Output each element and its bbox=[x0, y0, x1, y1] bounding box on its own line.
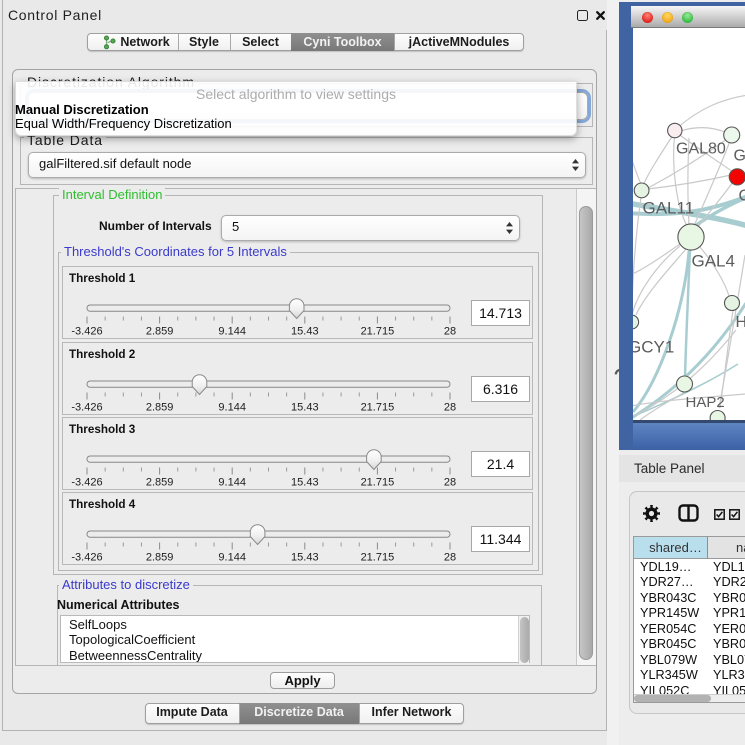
svg-text:C: C bbox=[739, 188, 745, 205]
svg-text:28: 28 bbox=[444, 477, 456, 489]
svg-text:GAL11: GAL11 bbox=[643, 199, 695, 218]
svg-text:21.715: 21.715 bbox=[361, 477, 395, 489]
svg-text:GCY1: GCY1 bbox=[633, 338, 674, 357]
svg-text:15.43: 15.43 bbox=[291, 401, 319, 413]
svg-text:21.715: 21.715 bbox=[361, 401, 395, 413]
svg-text:HAP2: HAP2 bbox=[686, 394, 725, 411]
svg-text:H: H bbox=[736, 314, 745, 331]
svg-text:-3.426: -3.426 bbox=[71, 552, 102, 564]
svg-text:2.859: 2.859 bbox=[146, 477, 174, 489]
svg-text:GAL4: GAL4 bbox=[692, 252, 735, 271]
svg-text:-3.426: -3.426 bbox=[71, 477, 102, 489]
svg-text:GA: GA bbox=[734, 148, 745, 165]
svg-text:15.43: 15.43 bbox=[291, 325, 319, 337]
svg-text:GAL80: GAL80 bbox=[676, 141, 726, 158]
svg-text:21.715: 21.715 bbox=[361, 552, 395, 564]
svg-text:15.43: 15.43 bbox=[291, 552, 319, 564]
svg-text:21.715: 21.715 bbox=[361, 325, 395, 337]
svg-text:9.144: 9.144 bbox=[218, 325, 246, 337]
svg-text:28: 28 bbox=[444, 552, 456, 564]
svg-text:9.144: 9.144 bbox=[218, 401, 246, 413]
svg-text:2.859: 2.859 bbox=[146, 552, 174, 564]
svg-text:-3.426: -3.426 bbox=[71, 401, 102, 413]
svg-text:15.43: 15.43 bbox=[291, 477, 319, 489]
svg-text:9.144: 9.144 bbox=[218, 552, 246, 564]
svg-text:-3.426: -3.426 bbox=[71, 325, 102, 337]
svg-text:28: 28 bbox=[444, 401, 456, 413]
svg-text:2.859: 2.859 bbox=[146, 325, 174, 337]
svg-text:9.144: 9.144 bbox=[218, 477, 246, 489]
svg-text:28: 28 bbox=[444, 325, 456, 337]
svg-text:2.859: 2.859 bbox=[146, 401, 174, 413]
